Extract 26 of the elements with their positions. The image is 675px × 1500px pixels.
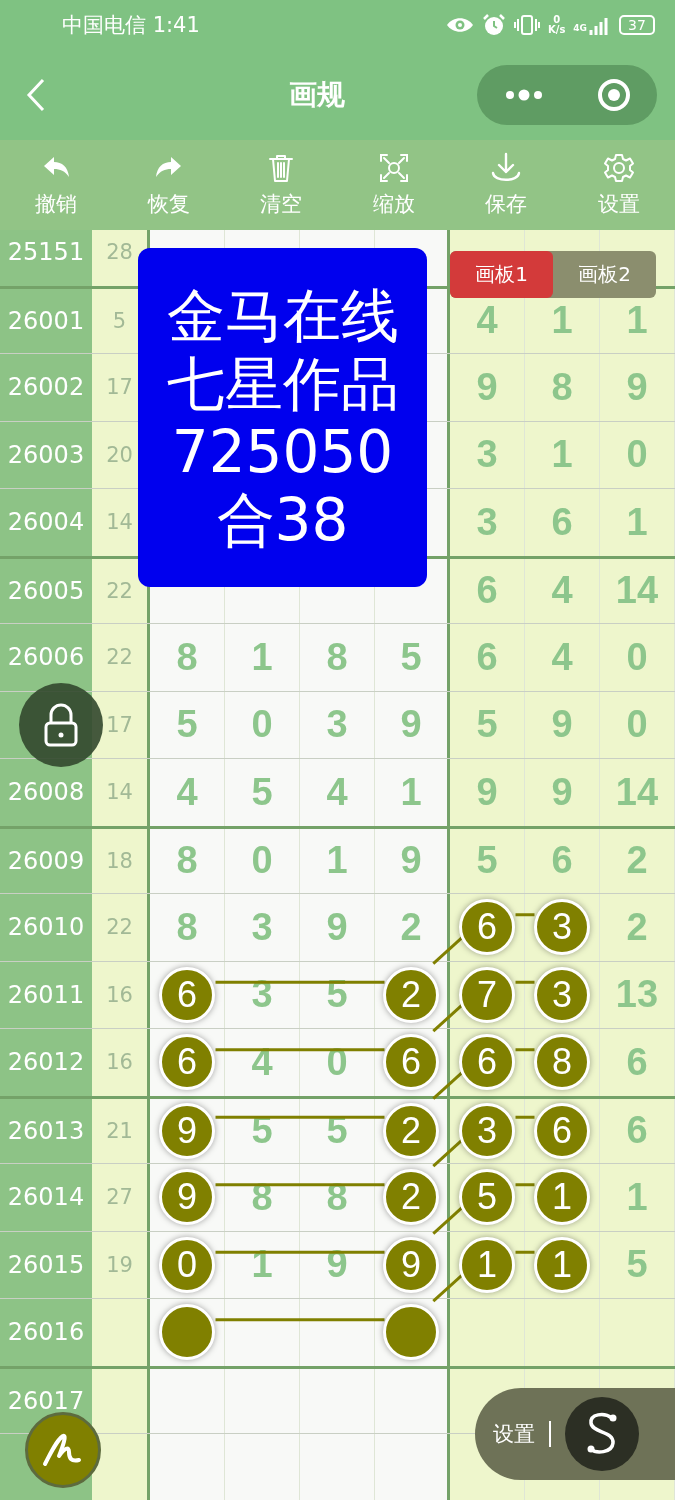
notice-line: 七星作品 <box>166 349 399 418</box>
issue-cell: 26012 <box>0 1029 92 1096</box>
issue-cell: 26004 <box>0 489 92 556</box>
issue-cell: 26006 <box>0 624 92 691</box>
issue-cell: 26009 <box>0 828 92 893</box>
issue-cell: 26011 <box>0 961 92 1028</box>
issue-cell: 26016 <box>0 1299 92 1366</box>
issue-cell: 26003 <box>0 421 92 488</box>
network-type: 4G <box>573 23 587 33</box>
notice-line: 金马在线 <box>166 281 399 350</box>
issue-cell: 26001 <box>0 288 92 353</box>
notice-line: 合38 <box>216 485 349 554</box>
issue-cell: 25151 <box>0 230 92 286</box>
issue-cell: 26005 <box>0 558 92 623</box>
speed-unit: K/s <box>548 25 566 35</box>
issue-cell: 26015 <box>0 1231 92 1298</box>
carrier-time: 中国电信 1:41 <box>62 12 200 39</box>
issue-cell: 26013 <box>0 1098 92 1163</box>
issue-cell: 26002 <box>0 354 92 421</box>
battery-indicator: 37 <box>619 15 655 35</box>
issue-cell: 26010 <box>0 894 92 961</box>
page-title: 画规 <box>287 77 346 113</box>
speed-value: 0 <box>553 15 561 25</box>
issue-cell: 26008 <box>0 759 92 826</box>
issue-cell: 26014 <box>0 1164 92 1231</box>
notice-line: 725050 <box>171 417 394 486</box>
